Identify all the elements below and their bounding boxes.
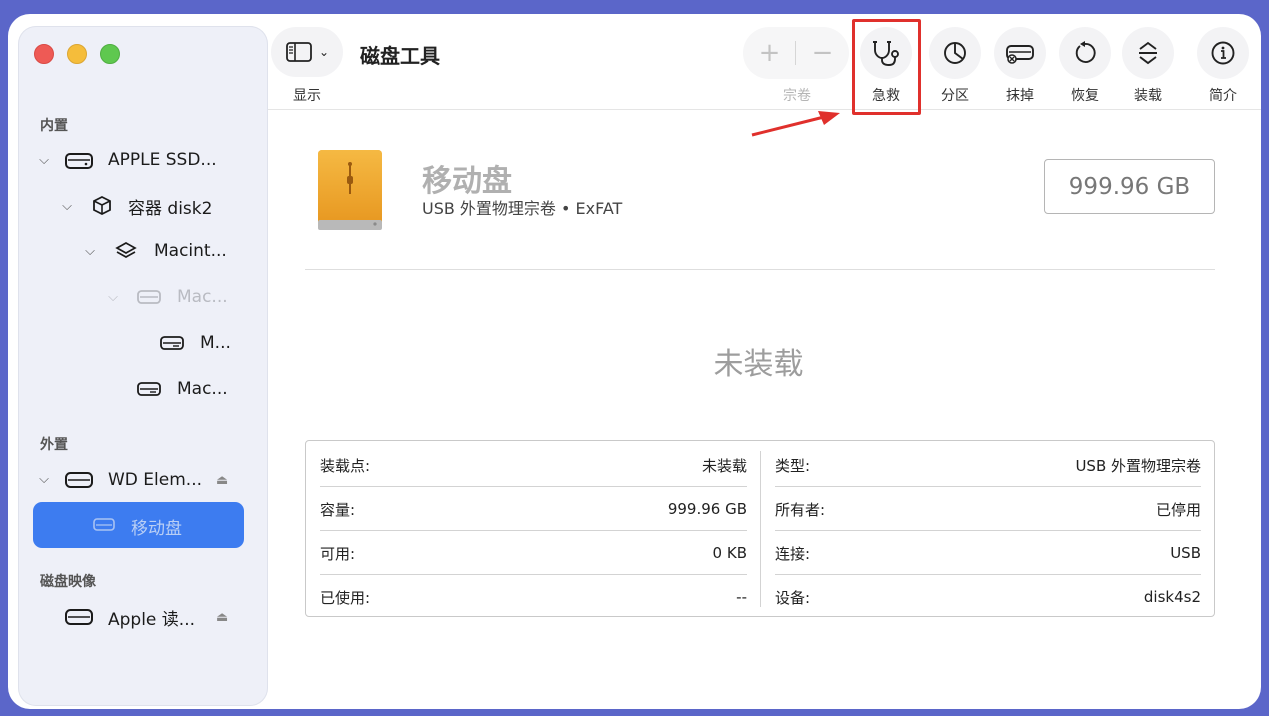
erase-button[interactable] — [994, 27, 1046, 79]
volume-subtitle: USB 外置物理宗卷 • ExFAT — [422, 199, 623, 218]
info-row-capacity: 容量: 999.96 GB — [320, 487, 747, 531]
info-row-device: 设备: disk4s2 — [775, 575, 1201, 619]
erase-label: 抹掉 — [1006, 88, 1034, 104]
sidebar-item-label: APPLE SSD... — [108, 150, 217, 170]
info-row-available: 可用: 0 KB — [320, 531, 747, 575]
sidebar-item-label: Apple 读... — [108, 609, 196, 630]
info-key: 已使用: — [320, 588, 371, 607]
sidebar-item-container-disk2[interactable]: 容器 disk2 — [90, 188, 212, 224]
disk-image-icon — [65, 609, 93, 625]
chevron-down-icon[interactable]: ⌵ — [59, 198, 75, 214]
sidebar-item-apple-ssd[interactable]: APPLE SSD... — [64, 142, 217, 178]
info-value: USB 外置物理宗卷 — [1075, 456, 1201, 475]
info-key: 装载点: — [320, 456, 371, 475]
info-row-owners: 所有者: 已停用 — [775, 487, 1201, 531]
annotation-arrow — [751, 111, 840, 137]
chevron-down-icon: ⌄ — [318, 45, 330, 59]
sidebar-item-label: WD Elem... — [108, 470, 202, 490]
zoom-window-button[interactable] — [100, 44, 120, 64]
app-title: 磁盘工具 — [360, 44, 440, 68]
volume-add-remove-control: + − — [743, 27, 849, 79]
info-key: 连接: — [775, 544, 811, 563]
add-volume-button[interactable]: + — [743, 27, 796, 79]
chevron-down-icon[interactable]: ⌵ — [36, 471, 52, 487]
mount-icon — [1139, 41, 1157, 65]
info-key: 容量: — [320, 500, 356, 519]
restore-button[interactable] — [1059, 27, 1111, 79]
volume-size: 999.96 GB — [1044, 159, 1215, 214]
info-key: 设备: — [775, 588, 811, 607]
sidebar-item-label-selected: 移动盘 — [131, 519, 182, 539]
volume-label: 宗卷 — [783, 88, 811, 104]
info-table: 装载点: 未装载 容量: 999.96 GB 可用: 0 KB 已使用: -- … — [305, 440, 1215, 617]
sidebar-item-label: 容器 disk2 — [128, 198, 213, 219]
minimize-window-button[interactable] — [67, 44, 87, 64]
pie-chart-icon — [944, 42, 966, 64]
info-row-connection: 连接: USB — [775, 531, 1201, 575]
sidebar-item-label: Macint... — [154, 241, 227, 261]
info-key: 所有者: — [775, 500, 826, 519]
chevron-down-icon[interactable]: ⌵ — [82, 243, 98, 259]
section-label-external: 外置 — [40, 437, 68, 453]
info-label: 简介 — [1209, 88, 1237, 104]
erase-drive-icon — [1006, 45, 1034, 64]
partition-label: 分区 — [941, 88, 969, 104]
info-icon — [1211, 41, 1235, 65]
restore-label: 恢复 — [1071, 88, 1099, 104]
chevron-down-icon[interactable]: ⌵ — [105, 289, 121, 305]
partition-button[interactable] — [929, 27, 981, 79]
header-divider — [305, 269, 1215, 270]
eject-icon[interactable]: ⏏ — [216, 473, 228, 488]
info-value: disk4s2 — [1143, 588, 1201, 606]
info-button[interactable] — [1197, 27, 1249, 79]
info-value: 0 KB — [712, 544, 747, 562]
drive-icon — [93, 518, 115, 531]
info-row-mount-point: 装载点: 未装载 — [320, 443, 747, 487]
info-value: USB — [1170, 544, 1201, 562]
remove-volume-button[interactable]: − — [796, 27, 849, 79]
section-label-internal: 内置 — [40, 118, 68, 134]
mount-status: 未装载 — [713, 347, 804, 382]
chevron-down-icon[interactable]: ⌵ — [36, 152, 52, 168]
sidebar-view-button[interactable]: ⌄ — [271, 27, 343, 77]
info-value: 未装载 — [701, 456, 747, 475]
eject-icon[interactable]: ⏏ — [216, 610, 228, 625]
sidebar-toggle-icon — [286, 42, 312, 62]
info-key: 类型: — [775, 456, 811, 475]
info-key: 可用: — [320, 544, 356, 563]
mount-button[interactable] — [1122, 27, 1174, 79]
info-value: 999.96 GB — [667, 500, 747, 518]
external-drive-icon — [65, 472, 93, 488]
info-value: -- — [736, 588, 747, 606]
info-value: 已停用 — [1155, 500, 1201, 519]
highlight-box — [852, 19, 921, 115]
sidebar-item-label: Mac... — [177, 287, 228, 307]
info-row-type: 类型: USB 外置物理宗卷 — [775, 443, 1201, 487]
close-window-button[interactable] — [34, 44, 54, 64]
info-row-used: 已使用: -- — [320, 575, 747, 619]
usb-drive-icon — [318, 150, 382, 230]
volume-stack-icon — [115, 242, 137, 258]
drive-icon — [137, 290, 161, 304]
disk-utility-window: 内置 ⌵ APPLE SSD... ⌵ 容器 disk2 ⌵ Macint...… — [8, 14, 1261, 709]
restore-icon — [1075, 41, 1096, 63]
sidebar-item-wd-elements[interactable]: WD Elem... — [64, 462, 202, 498]
section-label-disk-images: 磁盘映像 — [40, 574, 96, 590]
sidebar-item-macintosh-volume-group[interactable]: Macint... — [114, 233, 227, 269]
mount-label: 装载 — [1134, 88, 1162, 104]
view-label: 显示 — [293, 88, 321, 104]
internal-drive-icon — [65, 153, 93, 169]
sidebar-item-apple-disk-image[interactable]: Apple 读... — [64, 599, 195, 635]
sidebar-item-mac-snapshot[interactable]: Mac... — [136, 279, 228, 315]
container-icon — [93, 195, 111, 216]
volume-name: 移动盘 — [422, 164, 512, 199]
